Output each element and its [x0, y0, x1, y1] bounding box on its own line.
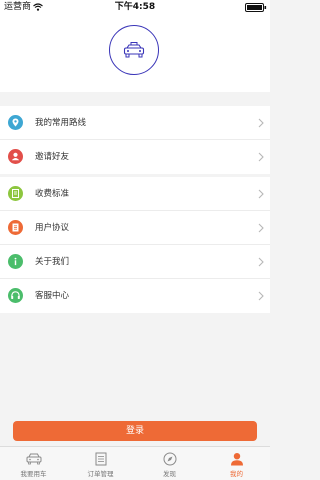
tab-discover[interactable]: 发现: [136, 447, 203, 480]
menu-item-label: 收费标准: [35, 189, 70, 199]
menu-item-user-agreement[interactable]: 用户协议: [0, 211, 270, 245]
car-icon: [26, 453, 41, 465]
menu-item-label: 客服中心: [35, 291, 70, 301]
chevron-right-icon: [258, 118, 264, 128]
taxi-car-icon: [123, 42, 145, 58]
status-bar: 运营商 下午4:58: [0, 0, 270, 14]
menu-item-label: 我的常用路线: [35, 118, 87, 128]
status-time: 下午4:58: [114, 2, 156, 12]
tab-order-management[interactable]: 订单管理: [67, 447, 134, 480]
tab-bar: 我要用车 订单管理 发现 我的: [0, 446, 270, 480]
menu-group-1: 我的常用路线 邀请好友: [0, 106, 270, 174]
info-icon: [8, 254, 23, 269]
price-list-icon: [8, 186, 23, 201]
menu-item-label: 邀请好友: [35, 152, 70, 162]
menu-item-pricing[interactable]: 收费标准: [0, 177, 270, 211]
tab-label: 我要用车: [20, 470, 47, 478]
menu-item-about-us[interactable]: 关于我们: [0, 245, 270, 279]
menu-item-label: 用户协议: [35, 223, 70, 233]
location-pin-icon: [8, 115, 23, 130]
tab-label: 订单管理: [87, 470, 114, 478]
person-icon: [8, 149, 23, 164]
screen: 运营商 下午4:58 我的常用路线 邀请好友 收费标准 用户协议 关于我们 客服…: [0, 0, 270, 480]
tab-label: 发现: [163, 470, 176, 478]
chevron-right-icon: [258, 291, 264, 301]
tab-label: 我的: [230, 470, 243, 478]
avatar[interactable]: [109, 25, 159, 75]
tab-mine[interactable]: 我的: [203, 447, 270, 480]
tab-book-car[interactable]: 我要用车: [0, 447, 67, 480]
battery-icon: [245, 3, 267, 12]
chevron-right-icon: [258, 223, 264, 233]
headset-icon: [8, 288, 23, 303]
order-list-icon: [95, 452, 106, 466]
document-icon: [8, 220, 23, 235]
menu-item-label: 关于我们: [35, 257, 70, 267]
menu-item-common-routes[interactable]: 我的常用路线: [0, 106, 270, 140]
menu-item-customer-service[interactable]: 客服中心: [0, 279, 270, 313]
profile-header: [0, 14, 270, 92]
compass-icon: [163, 452, 176, 466]
menu-item-invite-friends[interactable]: 邀请好友: [0, 140, 270, 174]
user-icon: [230, 453, 243, 466]
chevron-right-icon: [258, 257, 264, 267]
chevron-right-icon: [258, 189, 264, 199]
login-button[interactable]: 登录: [13, 421, 257, 441]
menu-group-2: 收费标准 用户协议 关于我们 客服中心: [0, 177, 270, 313]
chevron-right-icon: [258, 152, 264, 162]
